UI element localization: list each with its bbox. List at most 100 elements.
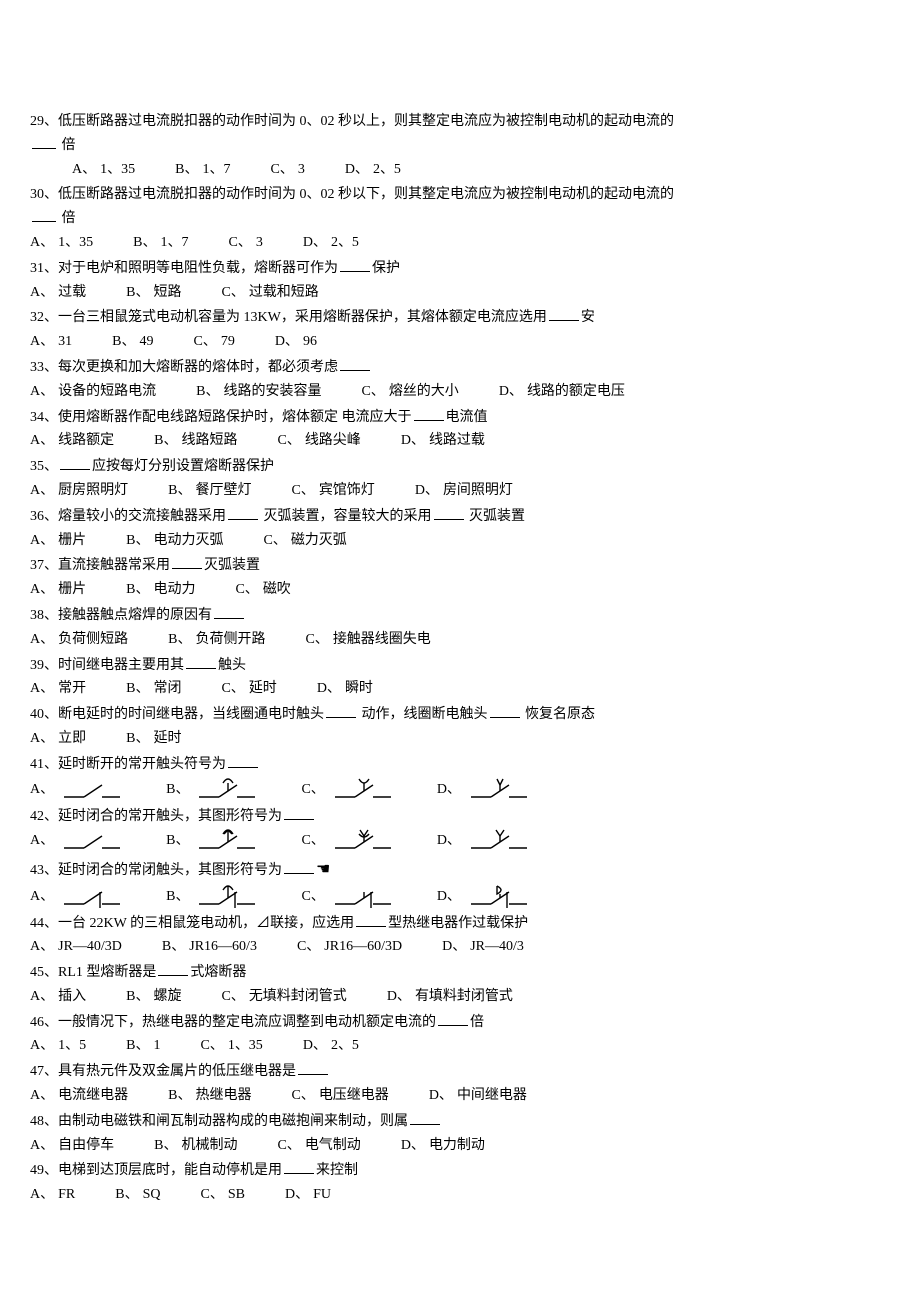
option[interactable]: C、JR16—60/3D xyxy=(297,935,402,959)
option[interactable]: A、1、35 xyxy=(30,231,93,255)
option[interactable]: B、 电动力灭弧 xyxy=(126,529,223,553)
option[interactable]: A、1、35 xyxy=(72,158,135,182)
option-value: 螺旋 xyxy=(153,985,181,1009)
option[interactable]: A、线路额定 xyxy=(30,429,114,453)
option[interactable]: C、 电气制动 xyxy=(277,1134,360,1158)
question-q35: 35、应按每灯分别设置熔断器保护A、厨房照明灯B、餐厅壁灯C、 宾馆饰灯D、房间… xyxy=(30,455,890,503)
option[interactable]: D、JR—40/3 xyxy=(442,935,524,959)
option[interactable]: D、 电力制动 xyxy=(401,1134,485,1158)
option[interactable]: C、1、35 xyxy=(200,1034,262,1058)
option[interactable]: B、螺旋 xyxy=(126,985,181,1009)
option-label: C、 xyxy=(277,429,300,453)
option[interactable]: C、 xyxy=(301,884,396,910)
option[interactable]: A、FR xyxy=(30,1183,75,1207)
option[interactable]: C、 xyxy=(301,777,396,803)
stem-post: 来控制 xyxy=(316,1163,358,1178)
option[interactable]: A、 xyxy=(30,777,126,803)
option[interactable]: B、JR16—60/3 xyxy=(162,935,257,959)
option[interactable]: D、 xyxy=(437,777,533,803)
option[interactable]: D、2、5 xyxy=(345,158,401,182)
option[interactable]: D、 中间继电器 xyxy=(429,1084,527,1108)
option[interactable]: C、3 xyxy=(270,158,304,182)
option[interactable]: A、自由停车 xyxy=(30,1134,114,1158)
option-value: 49 xyxy=(139,330,153,354)
option-value: 栅片 xyxy=(58,529,86,553)
option[interactable]: D、 线路的额定电压 xyxy=(499,380,625,404)
option[interactable]: C、 磁吹 xyxy=(235,578,290,602)
option[interactable]: D、 瞬时 xyxy=(317,677,373,701)
option-label: D、 xyxy=(285,1183,309,1207)
option[interactable]: B、餐厅壁灯 xyxy=(168,479,251,503)
option[interactable]: A、过载 xyxy=(30,281,86,305)
option[interactable]: B、 xyxy=(166,884,261,910)
option[interactable]: B、 1、7 xyxy=(175,158,230,182)
option[interactable]: B、 常闭 xyxy=(126,677,181,701)
option[interactable]: A、栅片 xyxy=(30,578,86,602)
option[interactable]: B、 线路短路 xyxy=(154,429,237,453)
option[interactable]: B、 短路 xyxy=(126,281,181,305)
option[interactable]: C、线路尖峰 xyxy=(277,429,360,453)
option[interactable]: C、 电压继电器 xyxy=(291,1084,388,1108)
options-row: A、JR—40/3D B、JR16—60/3 C、JR16—60/3D D、JR—40… xyxy=(30,935,890,959)
option[interactable]: C、 熔丝的大小 xyxy=(361,380,458,404)
option-label: A、 xyxy=(30,1183,54,1207)
option[interactable]: A、1、5 xyxy=(30,1034,86,1058)
option[interactable]: B、1、7 xyxy=(133,231,188,255)
option[interactable]: D、2、5 xyxy=(303,231,359,255)
option[interactable]: A、31 xyxy=(30,330,72,354)
option[interactable]: C、过载和短路 xyxy=(221,281,318,305)
question-q49: 49、电梯到达顶层底时，能自动停机是用来控制A、FRB、SQC、SBD、FU xyxy=(30,1159,890,1207)
option[interactable]: C、 宾馆饰灯 xyxy=(291,479,374,503)
option[interactable]: A、栅片 xyxy=(30,529,86,553)
option[interactable]: C、79 xyxy=(193,330,234,354)
option-label: B、 xyxy=(162,935,185,959)
option[interactable]: A、电流继电器 xyxy=(30,1084,128,1108)
option-label: C、 xyxy=(361,380,384,404)
option[interactable]: D、 xyxy=(437,828,533,854)
option[interactable]: B、 热继电器 xyxy=(168,1084,251,1108)
option[interactable]: A、 xyxy=(30,828,126,854)
option-value: FU xyxy=(313,1183,331,1207)
option[interactable]: A、 xyxy=(30,884,126,910)
option[interactable]: D、 线路过载 xyxy=(401,429,485,453)
option[interactable]: B、 xyxy=(166,828,261,854)
option[interactable]: D、房间照明灯 xyxy=(415,479,513,503)
option-value: 2、5 xyxy=(331,231,359,255)
option[interactable]: A、负荷侧短路 xyxy=(30,628,128,652)
option[interactable]: C、 延时 xyxy=(221,677,276,701)
option[interactable]: D、 有填料封闭管式 xyxy=(387,985,513,1009)
option[interactable]: B、SQ xyxy=(115,1183,160,1207)
option[interactable]: D、2、5 xyxy=(303,1034,359,1058)
question-q48: 48、由制动电磁铁和闸瓦制动器构成的电磁抱闸来制动，则属A、自由停车B、 机械制… xyxy=(30,1110,890,1158)
option[interactable]: A、常开 xyxy=(30,677,86,701)
option[interactable]: B、 负荷侧开路 xyxy=(168,628,265,652)
option[interactable]: B、49 xyxy=(112,330,153,354)
stem-pre: 34、使用熔断器作配电线路短路保护时，熔体额定 电流应大于 xyxy=(30,410,412,425)
option[interactable]: A、立即 xyxy=(30,727,86,751)
option[interactable]: B、1 xyxy=(126,1034,160,1058)
option[interactable]: C、磁力灭弧 xyxy=(263,529,346,553)
option[interactable]: C、无填料封闭管式 xyxy=(221,985,346,1009)
option[interactable]: C、 接触器线圈失电 xyxy=(305,628,430,652)
option[interactable]: C、SB xyxy=(201,1183,245,1207)
options-row: A、1、35 B、1、7 C、3 D、2、5 xyxy=(30,231,890,255)
option[interactable]: B、 机械制动 xyxy=(154,1134,237,1158)
option[interactable]: D、FU xyxy=(285,1183,331,1207)
option-value: 1、35 xyxy=(58,231,93,255)
option-label: C、 xyxy=(277,1134,300,1158)
option[interactable]: D、 xyxy=(437,884,533,910)
option-value: JR16—60/3D xyxy=(324,935,402,959)
option[interactable]: A、插入 xyxy=(30,985,86,1009)
option[interactable]: D、96 xyxy=(275,330,317,354)
option[interactable]: A、设备的短路电流 xyxy=(30,380,156,404)
option[interactable]: B、 延时 xyxy=(126,727,181,751)
option[interactable]: A、JR—40/3D xyxy=(30,935,122,959)
option[interactable]: B、 线路的安装容量 xyxy=(196,380,321,404)
option[interactable]: C、 xyxy=(301,828,396,854)
option[interactable]: A、厨房照明灯 xyxy=(30,479,128,503)
option[interactable]: B、 xyxy=(166,777,261,803)
question-q32: 32、一台三相鼠笼式电动机容量为 13KW，采用熔断器保护，其熔体额定电流应选用… xyxy=(30,306,890,354)
option[interactable]: C、3 xyxy=(228,231,262,255)
option[interactable]: B、电动力 xyxy=(126,578,195,602)
option-value: SB xyxy=(228,1183,245,1207)
